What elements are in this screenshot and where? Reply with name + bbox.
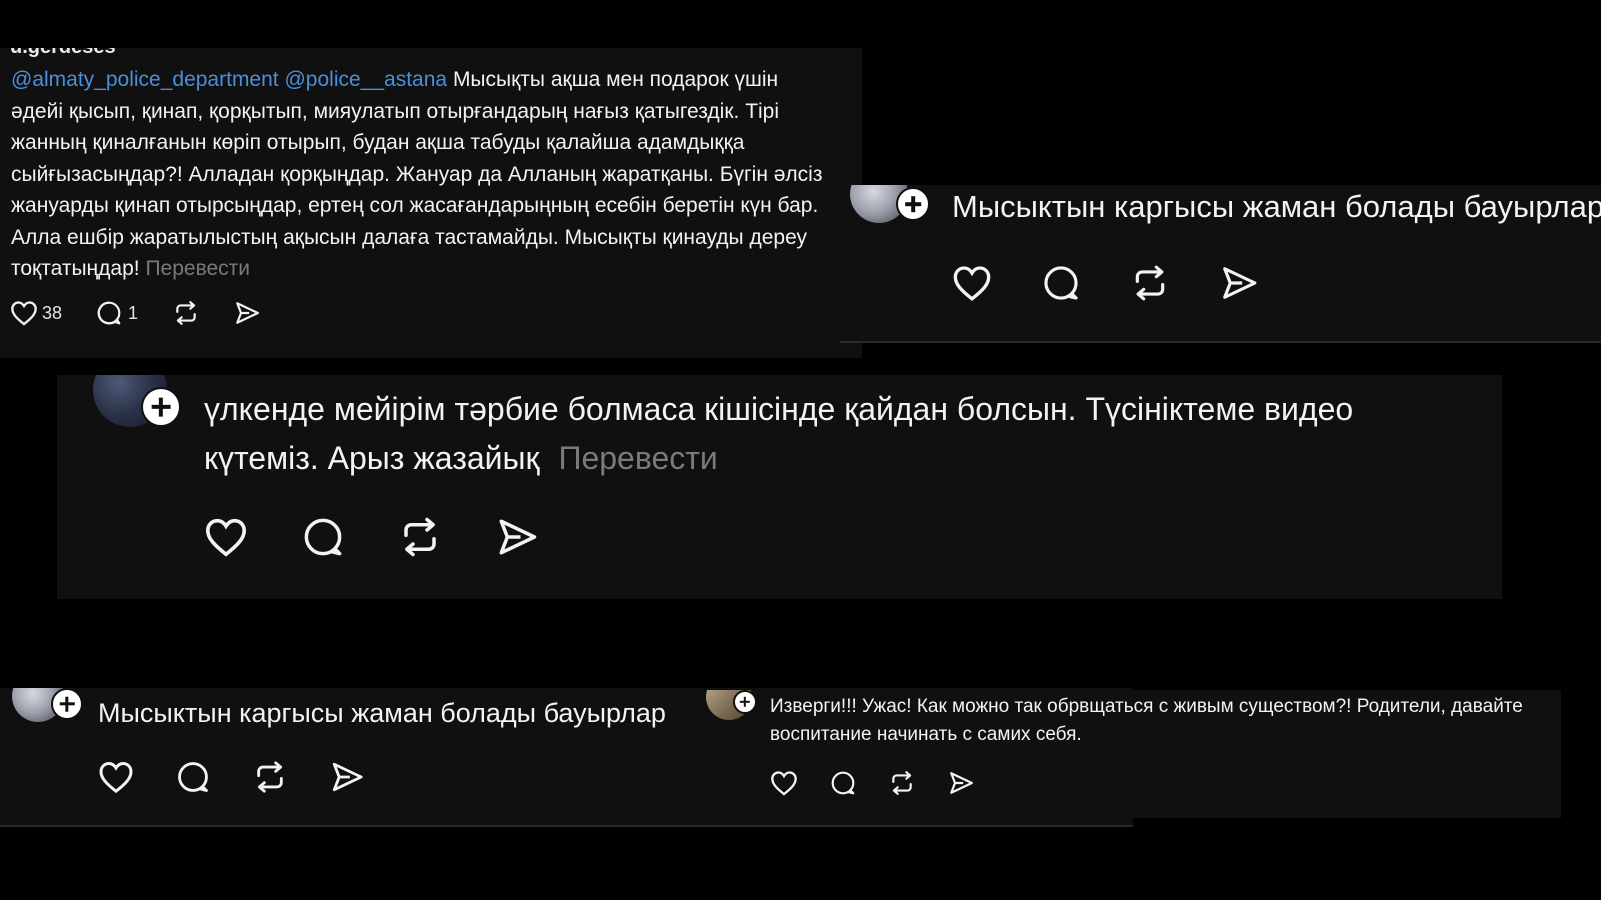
translate-link[interactable]: Перевести	[558, 440, 717, 476]
mention-link[interactable]: @almaty_police_department	[11, 68, 279, 91]
heart-icon	[771, 771, 797, 796]
follow-plus-icon[interactable]	[896, 187, 930, 221]
heart-icon	[99, 761, 133, 794]
translate-link[interactable]: Перевести	[145, 257, 250, 280]
repost-button[interactable]	[172, 300, 200, 326]
like-button[interactable]	[204, 517, 248, 557]
share-icon	[332, 762, 363, 792]
comment-icon	[304, 518, 342, 556]
reply-button[interactable]: 1	[96, 300, 138, 326]
post-text: Мысыктын каргысы жаман болады бауырлар	[98, 698, 666, 728]
post-actions	[204, 515, 538, 559]
like-button[interactable]	[770, 770, 798, 796]
repost-button[interactable]	[252, 760, 288, 794]
follow-plus-icon[interactable]	[141, 387, 181, 427]
post-body: Мысықты ақша мен подарок үшін әдейі қысы…	[11, 68, 823, 280]
repost-icon	[1135, 265, 1165, 301]
reply-button[interactable]	[830, 770, 856, 796]
repost-button[interactable]	[1130, 264, 1170, 302]
comment-icon	[97, 301, 121, 325]
comment-icon	[178, 762, 208, 792]
post-card-2: Мысыктын каргысы жаман болады бауырлар	[840, 185, 1601, 343]
post-actions	[98, 759, 364, 795]
post-body: үлкенде мейірім тәрбие болмаса кішісінде…	[204, 391, 1354, 476]
post-card-5: Изверги!!! Ужас! Как можно так обрвщатьс…	[706, 690, 1561, 818]
heart-icon	[953, 266, 991, 301]
heart-icon	[205, 518, 247, 557]
share-button[interactable]	[234, 300, 260, 326]
post-username[interactable]: u.gerdeses	[10, 48, 116, 59]
reply-button[interactable]	[302, 516, 344, 558]
reply-button[interactable]	[1042, 264, 1080, 302]
like-button[interactable]	[952, 264, 992, 302]
repost-button[interactable]	[398, 516, 442, 558]
post-text: Мысыктын каргысы жаман болады бауырлар	[952, 189, 1601, 224]
comment-icon	[831, 771, 855, 795]
post-card-1: u.gerdeses @almaty_police_department @po…	[0, 48, 862, 358]
repost-icon	[892, 771, 912, 795]
reply-button[interactable]	[176, 760, 210, 794]
share-button[interactable]	[330, 760, 364, 794]
share-button[interactable]	[948, 770, 974, 796]
heart-icon	[11, 301, 37, 326]
repost-icon	[176, 301, 196, 325]
mention-link[interactable]: @police__astana	[284, 68, 447, 91]
post-card-3: үлкенде мейірім тәрбие болмаса кішісінде…	[57, 375, 1502, 599]
follow-plus-icon[interactable]	[733, 690, 757, 714]
repost-button[interactable]	[888, 770, 916, 796]
share-icon	[499, 519, 537, 555]
share-icon	[236, 302, 259, 324]
share-button[interactable]	[496, 516, 538, 558]
reply-count: 1	[128, 302, 139, 323]
post-actions: 38 1	[10, 298, 260, 328]
share-button[interactable]	[1220, 264, 1258, 302]
post-text: Изверги!!! Ужас! Как можно так обрвщатьс…	[770, 696, 1523, 745]
post-text: үлкенде мейірім тәрбие болмаса кішісінде…	[204, 385, 1444, 483]
repost-icon	[404, 517, 436, 557]
follow-plus-icon[interactable]	[51, 688, 83, 720]
like-button[interactable]	[98, 760, 134, 794]
share-icon	[1223, 267, 1257, 299]
comment-icon	[1044, 266, 1078, 300]
like-count: 38	[42, 302, 63, 323]
post-text: @almaty_police_department @police__astan…	[11, 64, 833, 285]
repost-icon	[257, 761, 283, 793]
post-actions	[952, 263, 1258, 303]
share-icon	[950, 772, 973, 794]
like-button[interactable]: 38	[10, 300, 62, 326]
post-actions	[770, 769, 974, 797]
